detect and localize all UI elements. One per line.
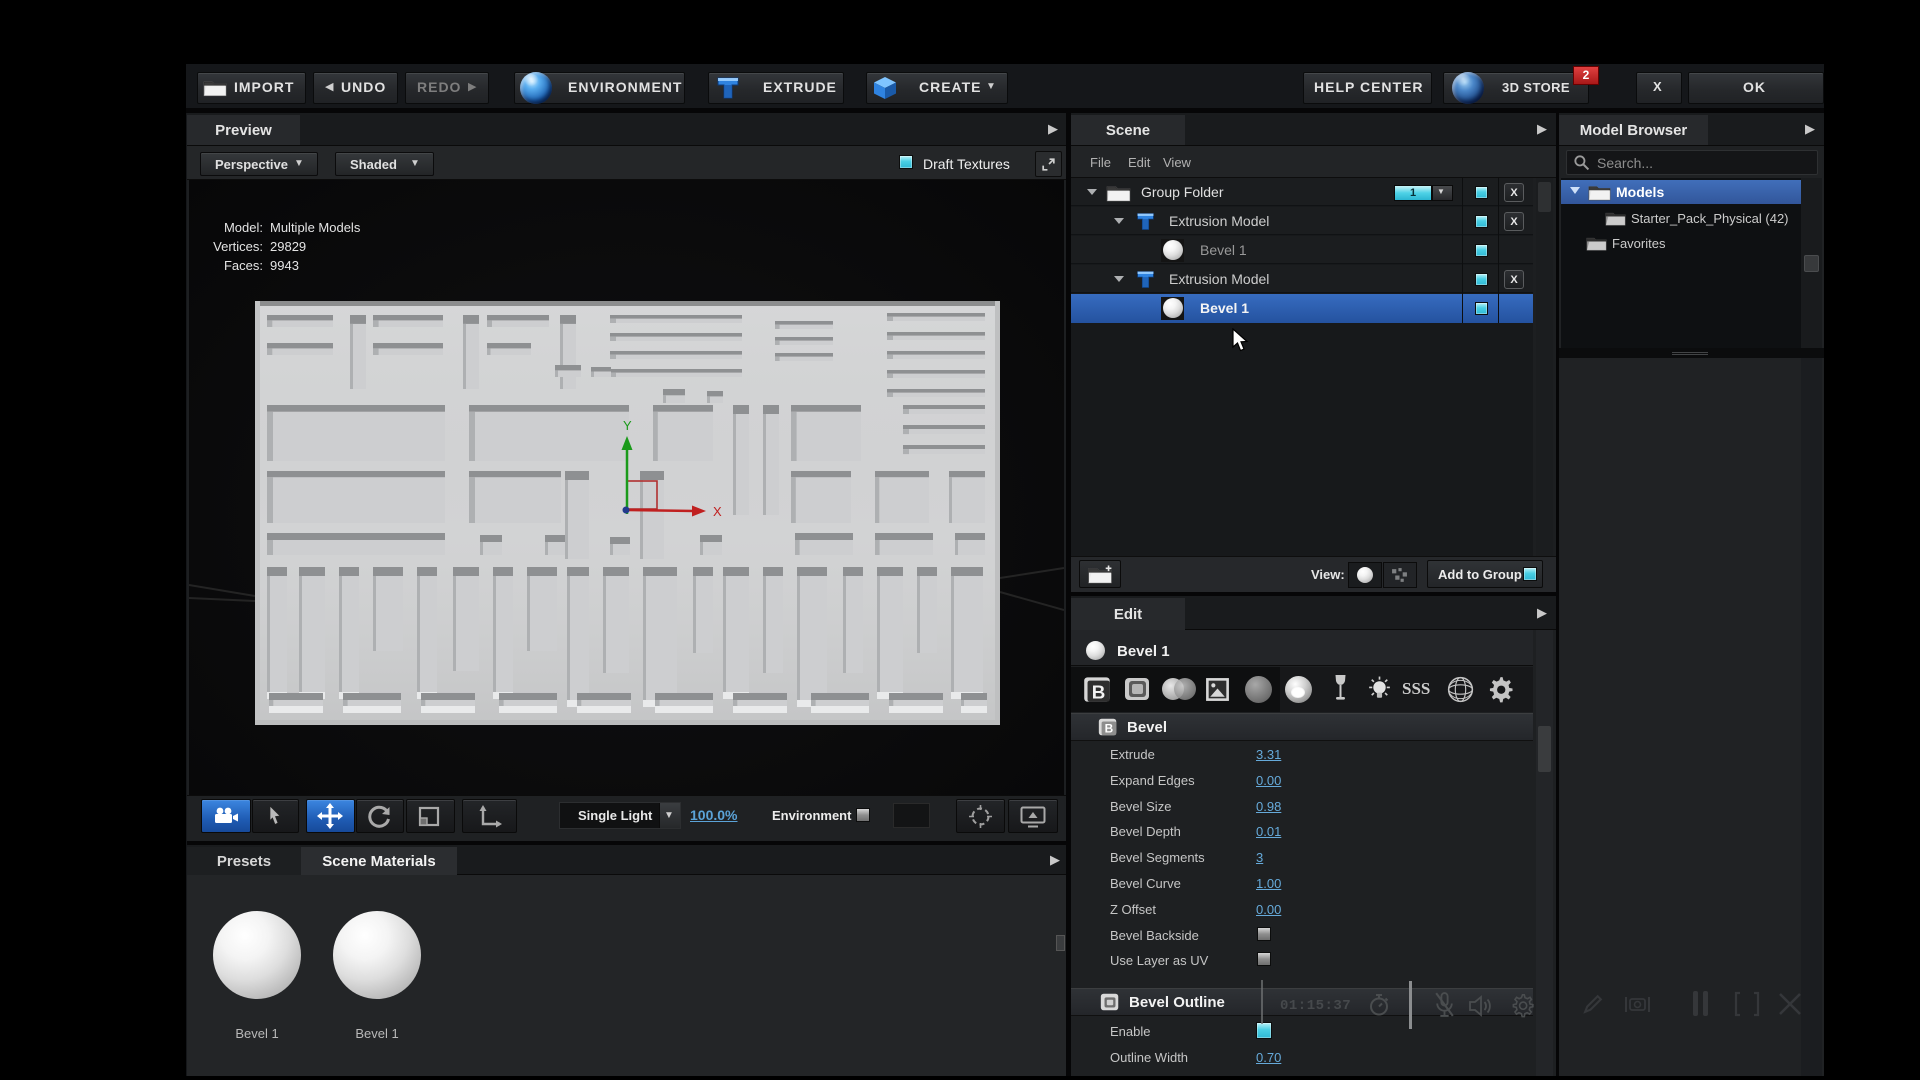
svg-text:X: X [713,504,722,519]
svg-text:B: B [1105,722,1114,736]
svg-text:Y: Y [623,418,632,433]
svg-text:B: B [1092,681,1106,702]
